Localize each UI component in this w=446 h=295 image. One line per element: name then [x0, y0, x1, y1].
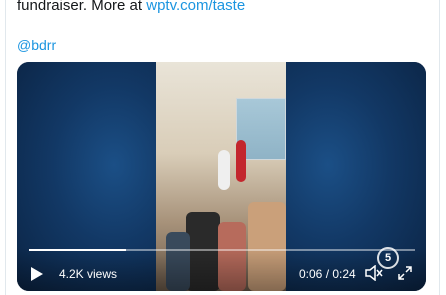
video-player[interactable]: 5 4.2K views 0:06 / 0:24: [17, 62, 426, 291]
play-icon[interactable]: [31, 267, 43, 281]
tweet-text: fundraiser. More at wptv.com/taste: [17, 0, 245, 14]
view-count: 4.2K views: [59, 267, 118, 281]
tweet-text-prefix: fundraiser. More at: [17, 0, 147, 14]
stage-figure: [218, 150, 230, 190]
speaker-figure: [236, 140, 246, 182]
tweet-link[interactable]: wptv.com/taste: [146, 0, 245, 14]
mention-link[interactable]: @bdrr: [17, 37, 56, 53]
time-display: 0:06 / 0:24: [299, 267, 356, 281]
volume-icon[interactable]: [365, 265, 383, 281]
progress-fill: [29, 249, 126, 251]
progress-bar[interactable]: [29, 249, 415, 251]
fullscreen-icon[interactable]: [397, 265, 413, 281]
